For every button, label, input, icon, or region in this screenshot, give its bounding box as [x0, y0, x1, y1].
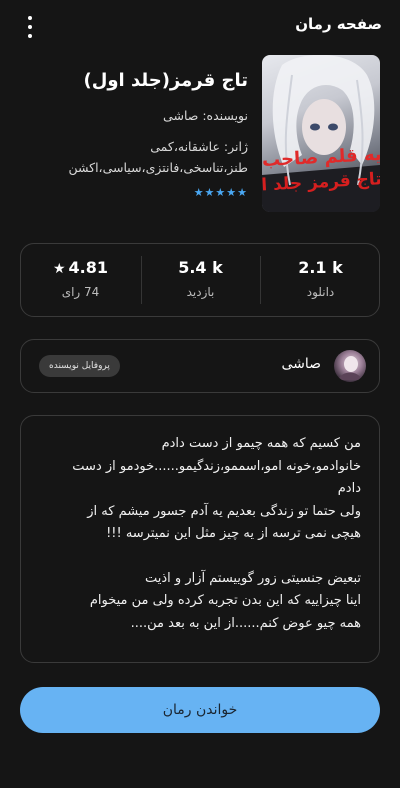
description-line: هیچی نمی ترسه از یه چیز مثل این نمیترسه …: [106, 526, 361, 541]
rating-stars-icon: ★★★★★: [193, 186, 248, 199]
description-line: همه چیو عوض کنم......از این به بعد من...…: [130, 615, 361, 631]
genre-line: طنز،تناسخی،فانتزی،سیاسی،اکشن: [68, 160, 248, 175]
avatar[interactable]: [334, 350, 366, 382]
description-line: خانوادمو،خونه امو،اسممو،زندگیمو......خود…: [72, 458, 361, 474]
stat-rating: ★ 4.81 74 رای: [21, 244, 140, 316]
rating-value: 4.81: [68, 258, 109, 277]
stat-views: 5.4 k بازدید: [141, 244, 260, 316]
author-card[interactable]: صاشی پروفایل نویسنده: [20, 339, 380, 393]
description-line: من کسیم که همه چیمو از دست دادم: [161, 436, 361, 451]
description-line: اینا چیزاییه که این بدن تجربه کرده ولی م…: [89, 593, 361, 608]
views-value: 5.4 k: [178, 258, 223, 277]
author-profile-button[interactable]: پروفایل نویسنده: [39, 355, 120, 377]
more-vertical-icon[interactable]: [22, 16, 38, 38]
author-line: نویسنده: صاشی: [163, 108, 248, 123]
genre-line: ژانر: عاشقانه،کمی: [150, 139, 248, 154]
rating-votes: 74 رای: [61, 285, 100, 299]
book-title: تاج قرمز(جلد اول): [83, 70, 249, 91]
description-text: من کسیم که همه چیمو از دست دادم خانوادمو…: [35, 433, 361, 635]
views-label: بازدید: [186, 285, 215, 299]
downloads-value: 2.1 k: [298, 258, 343, 277]
stats-card: ★ 4.81 74 رای 5.4 k بازدید 2.1 k دانلود: [20, 243, 380, 317]
author-name[interactable]: صاشی: [281, 356, 321, 372]
star-icon: ★: [52, 261, 66, 277]
downloads-label: دانلود: [306, 285, 335, 299]
description-line: ولی حتما تو زندگی بعدیم یه آدم جسور میشم…: [87, 503, 361, 519]
description-line: تبعیض جنسیتی زور گوییستم آزار و اذیت: [145, 570, 361, 586]
stat-downloads: 2.1 k دانلود: [261, 244, 380, 316]
book-cover-image[interactable]: یه قلم صاحب تاج قرمز جلد اول: [262, 55, 380, 212]
description-line: دادم: [337, 481, 361, 496]
book-info: تاج قرمز(جلد اول) نویسنده: صاشی ژانر: عا…: [18, 70, 248, 199]
app-header: صفحه رمان: [0, 0, 400, 52]
novel-page: صفحه رمان یه قلم صاحب تاج قرمز جلد اول ت…: [0, 0, 400, 788]
rating-value-row: ★ 4.81: [21, 258, 140, 277]
description-card: من کسیم که همه چیمو از دست دادم خانوادمو…: [20, 415, 380, 663]
read-novel-button[interactable]: خواندن رمان: [20, 687, 380, 733]
page-title: صفحه رمان: [295, 15, 382, 33]
